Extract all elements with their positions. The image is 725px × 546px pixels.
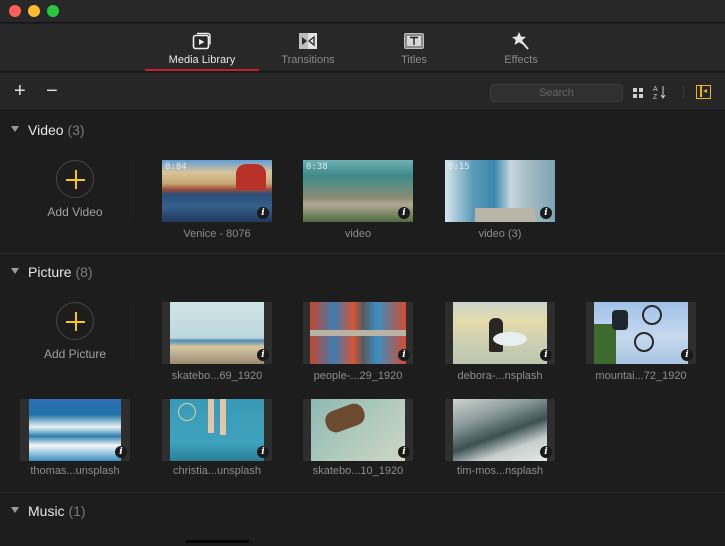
add-plus-icon — [56, 160, 94, 198]
tab-transitions[interactable]: Transitions — [253, 24, 363, 72]
titles-icon — [404, 33, 424, 49]
section-count: (3) — [67, 122, 85, 138]
info-icon[interactable]: i — [115, 446, 127, 458]
picture-thumbnail[interactable]: i — [303, 302, 413, 364]
media-name: video — [344, 228, 372, 240]
section-count: (1) — [68, 503, 86, 519]
transitions-icon — [299, 33, 317, 49]
tab-label: Media Library — [168, 54, 236, 66]
effects-wand-icon — [512, 32, 529, 50]
duration-label: 0:15 — [448, 162, 470, 172]
grid-view-icon[interactable] — [633, 88, 644, 99]
info-icon[interactable]: i — [398, 207, 410, 219]
picture-thumbnail[interactable]: i — [586, 302, 696, 364]
column-divider — [130, 160, 131, 220]
disclosure-caret-icon[interactable] — [11, 507, 19, 513]
tab-label: Effects — [504, 54, 538, 66]
media-name: people-...29_1920 — [313, 370, 403, 382]
section-music-header[interactable]: Music (1) — [0, 502, 725, 522]
picture-thumbnail[interactable]: i — [162, 399, 272, 461]
horizontal-scrollbar[interactable] — [186, 540, 249, 543]
disclosure-caret-icon[interactable] — [11, 126, 19, 132]
duration-label: 0:04 — [165, 162, 187, 172]
info-icon[interactable]: i — [540, 349, 552, 361]
section-video-header[interactable]: Video (3) — [0, 121, 725, 141]
picture-thumbnail[interactable]: i — [445, 302, 555, 364]
tab-media-library[interactable]: Media Library — [145, 24, 259, 72]
video-thumbnail[interactable]: 0:04 i — [162, 160, 272, 222]
remove-media-button[interactable]: − — [46, 81, 58, 101]
minimize-window-button[interactable] — [28, 5, 40, 17]
section-title: Video (3) — [28, 122, 85, 138]
picture-thumbnail[interactable]: i — [162, 302, 272, 364]
library-tab-bar: Media Library Transitions Titles Effects — [0, 24, 725, 72]
add-picture-label: Add Picture — [43, 347, 107, 361]
add-picture-button[interactable]: Add Picture — [20, 302, 130, 382]
toolbar-divider — [683, 85, 684, 99]
section-title: Music (1) — [28, 503, 86, 519]
media-name: skatebo...69_1920 — [171, 370, 263, 382]
picture-thumbnail[interactable]: i — [445, 399, 555, 461]
column-divider — [130, 302, 131, 362]
search-input[interactable]: Search — [490, 84, 623, 102]
video-thumbnail[interactable]: 0:15 i — [445, 160, 555, 222]
section-divider — [0, 492, 725, 493]
active-tab-indicator — [145, 69, 259, 71]
tab-label: Transitions — [281, 54, 335, 66]
thumbnail-image — [170, 302, 264, 364]
library-toolbar: + − Search A Z — [0, 73, 725, 111]
tab-titles[interactable]: Titles — [359, 24, 469, 72]
media-name: Venice - 8076 — [183, 228, 251, 240]
bottom-edge — [0, 540, 725, 546]
zoom-window-button[interactable] — [47, 5, 59, 17]
info-icon[interactable]: i — [398, 446, 410, 458]
media-name: skatebo...10_1920 — [312, 465, 404, 477]
add-video-label: Add Video — [47, 205, 103, 219]
toggle-panel-icon[interactable] — [696, 85, 711, 99]
thumbnail-image — [453, 302, 547, 364]
svg-text:Z: Z — [653, 94, 658, 100]
tab-effects[interactable]: Effects — [466, 24, 576, 72]
picture-thumbnail[interactable]: i — [20, 399, 130, 461]
picture-thumbnail[interactable]: i — [303, 399, 413, 461]
thumbnail-image — [311, 399, 405, 461]
thumbnail-image — [29, 399, 121, 461]
media-name: video (3) — [478, 228, 522, 240]
add-plus-icon — [56, 302, 94, 340]
section-title: Picture (8) — [28, 264, 93, 280]
section-picture-header[interactable]: Picture (8) — [0, 263, 725, 283]
video-thumbnail[interactable]: 0:38 i — [303, 160, 413, 222]
window-titlebar — [0, 0, 725, 23]
info-icon[interactable]: i — [257, 349, 269, 361]
media-library-icon — [192, 32, 211, 50]
disclosure-caret-icon[interactable] — [11, 268, 19, 274]
svg-text:A: A — [653, 86, 658, 93]
thumbnail-image — [310, 302, 406, 364]
add-video-button[interactable]: Add Video — [20, 160, 130, 240]
info-icon[interactable]: i — [257, 207, 269, 219]
duration-label: 0:38 — [306, 162, 328, 172]
thumbnail-image — [594, 302, 688, 364]
media-name: christia...unsplash — [172, 465, 262, 477]
tab-label: Titles — [401, 54, 427, 66]
media-name: thomas...unsplash — [30, 465, 120, 477]
info-icon[interactable]: i — [681, 349, 693, 361]
thumbnail-image — [170, 399, 264, 461]
close-window-button[interactable] — [9, 5, 21, 17]
info-icon[interactable]: i — [398, 349, 410, 361]
media-name: debora-...nsplash — [457, 370, 543, 382]
thumbnail-image — [453, 399, 547, 461]
media-name: tim-mos...nsplash — [456, 465, 544, 477]
info-icon[interactable]: i — [257, 446, 269, 458]
media-name: mountai...72_1920 — [595, 370, 687, 382]
add-media-button[interactable]: + — [14, 81, 26, 101]
section-count: (8) — [75, 264, 93, 280]
info-icon[interactable]: i — [540, 446, 552, 458]
section-divider — [0, 253, 725, 254]
info-icon[interactable]: i — [540, 207, 552, 219]
sort-icon[interactable]: A Z — [653, 84, 667, 100]
